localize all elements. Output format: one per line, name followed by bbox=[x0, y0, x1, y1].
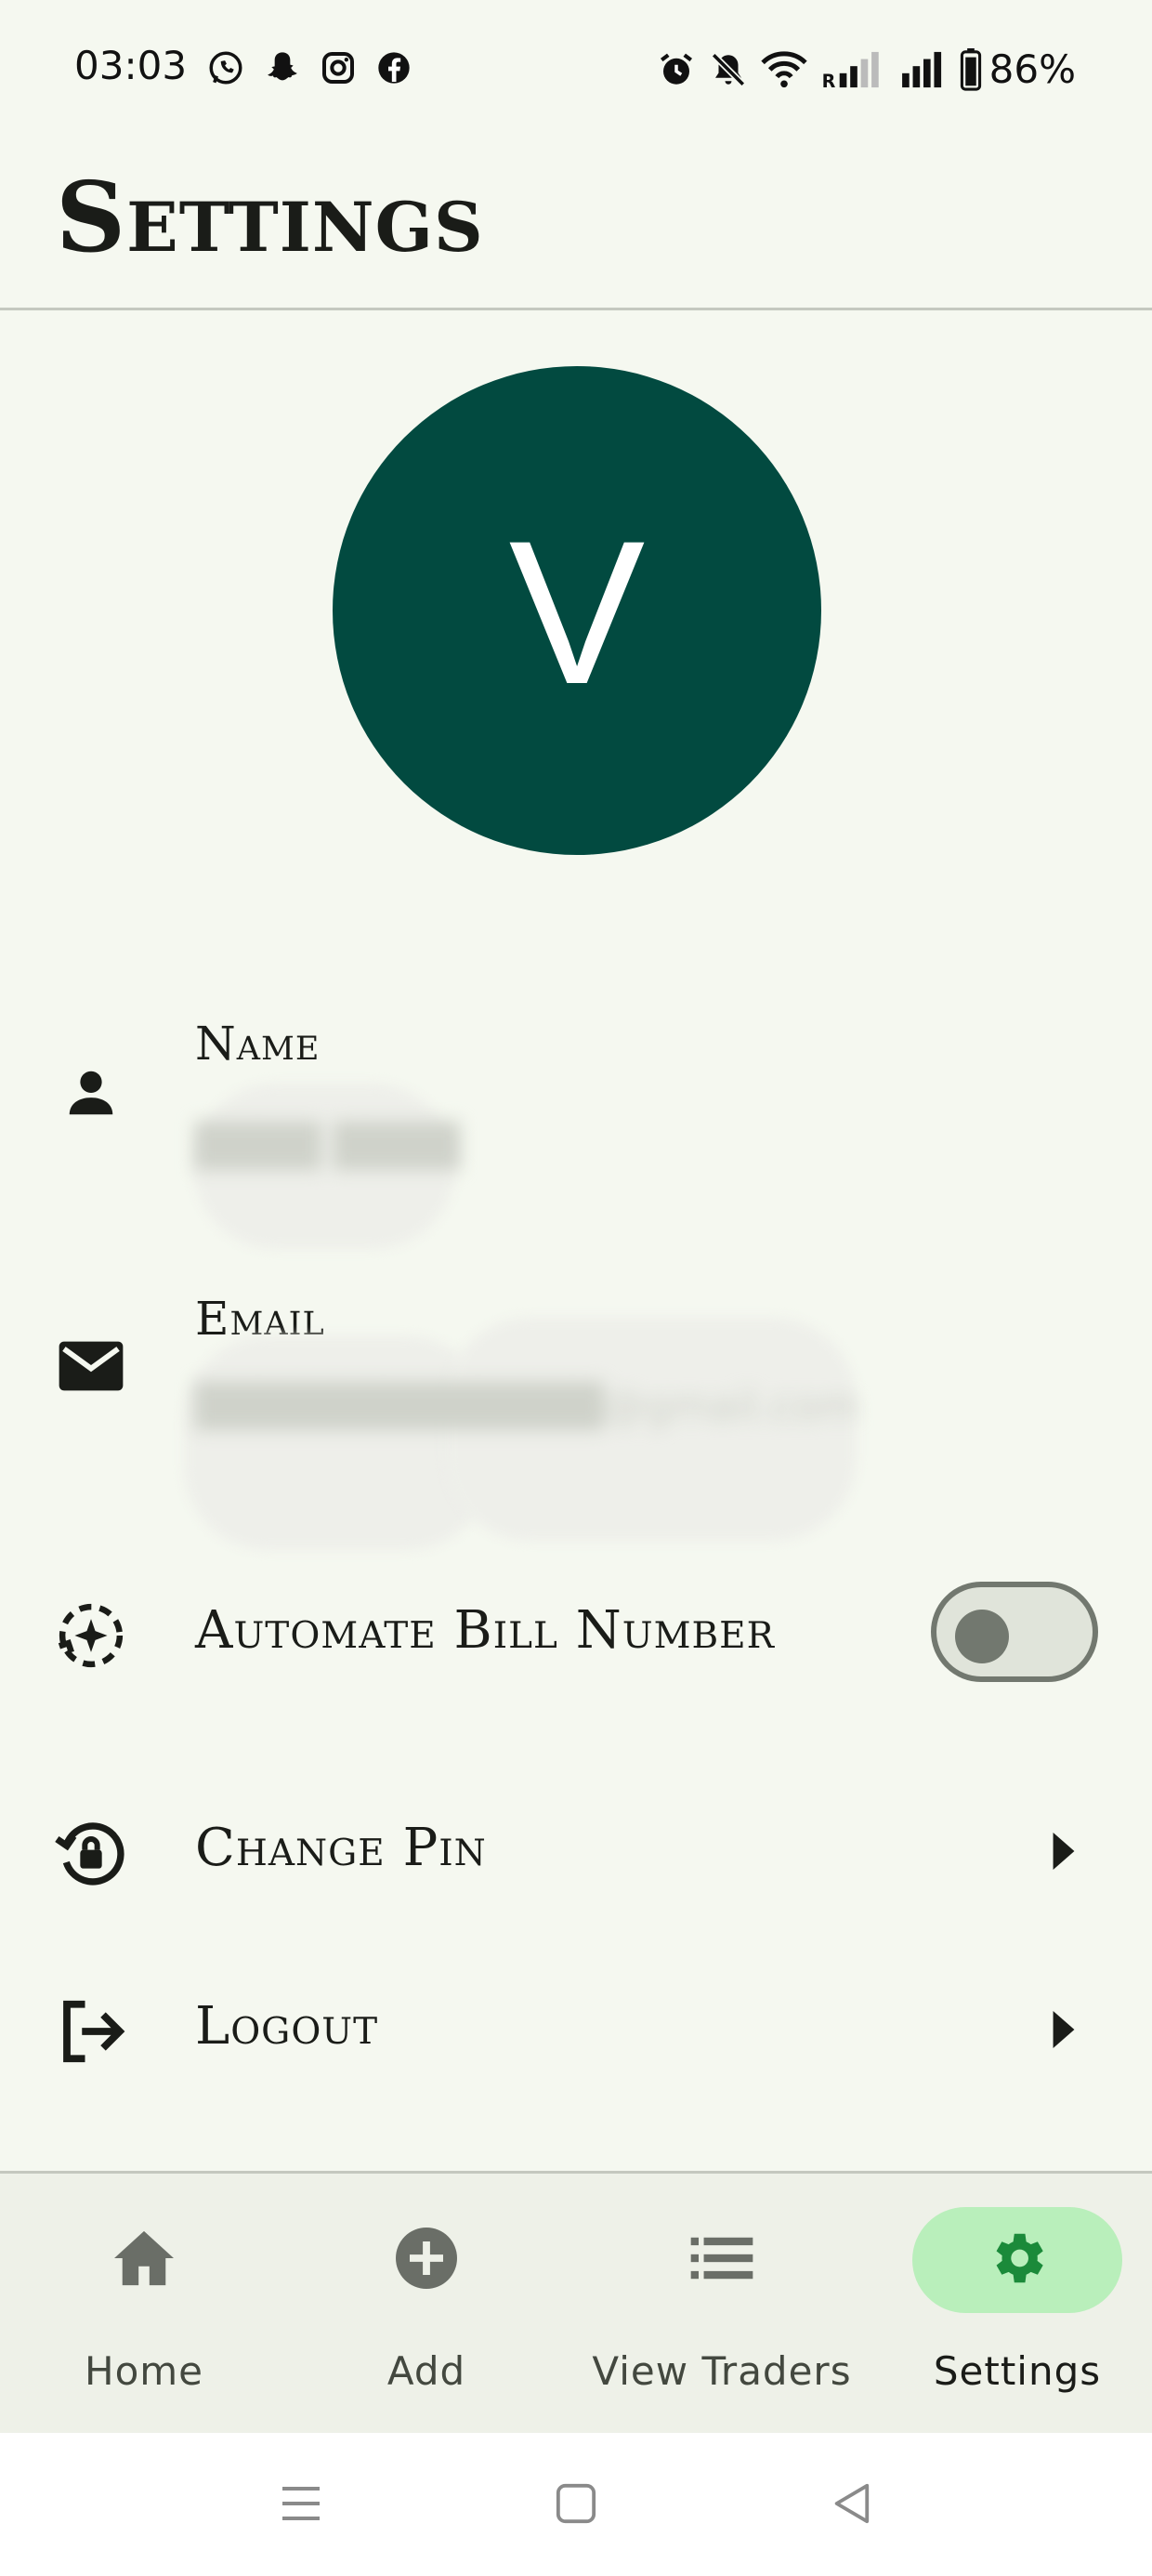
page-title: Settings bbox=[56, 160, 484, 274]
notification-icons bbox=[206, 48, 412, 87]
status-bar: 03:03 R 86% bbox=[0, 0, 1152, 139]
home-icon bbox=[111, 2228, 177, 2292]
gear-icon bbox=[985, 2226, 1050, 2294]
lock-reset-icon bbox=[52, 1814, 130, 1892]
home-square-icon[interactable] bbox=[548, 2476, 604, 2531]
nav-settings[interactable]: Settings bbox=[873, 2174, 1152, 2436]
automate-bill-toggle[interactable] bbox=[931, 1582, 1098, 1682]
system-navigation-bar bbox=[0, 2433, 1152, 2576]
whatsapp-icon bbox=[206, 48, 245, 87]
mute-icon bbox=[709, 50, 748, 89]
snapchat-icon bbox=[264, 48, 301, 87]
instagram-icon bbox=[320, 49, 357, 86]
avatar[interactable]: V bbox=[333, 366, 821, 855]
person-icon bbox=[52, 1054, 130, 1132]
nav-add-indicator bbox=[321, 2207, 531, 2313]
status-time: 03:03 bbox=[74, 43, 188, 88]
nav-home-label: Home bbox=[84, 2348, 204, 2394]
battery-icon bbox=[960, 47, 982, 91]
logout-icon bbox=[52, 1992, 130, 2070]
nav-view-traders[interactable]: View Traders bbox=[578, 2174, 866, 2436]
alarm-icon bbox=[657, 50, 696, 89]
chevron-right-icon[interactable] bbox=[1050, 2011, 1078, 2048]
email-value: █████████████@gmail.com bbox=[195, 1383, 859, 1430]
signal-roaming-icon: R bbox=[820, 50, 887, 89]
app-bar: Settings bbox=[0, 139, 1152, 310]
nav-home-indicator bbox=[39, 2207, 249, 2313]
nav-view-traders-indicator bbox=[617, 2207, 827, 2313]
logout-label[interactable]: Logout bbox=[195, 1996, 378, 2057]
toggle-knob bbox=[955, 1610, 1009, 1663]
facebook-icon bbox=[375, 49, 412, 86]
list-icon bbox=[690, 2235, 753, 2285]
email-redaction-left bbox=[184, 1336, 491, 1550]
nav-view-traders-label: View Traders bbox=[592, 2348, 852, 2394]
battery-percentage: 86% bbox=[988, 46, 1076, 92]
avatar-letter: V bbox=[508, 498, 646, 727]
add-circle-icon bbox=[393, 2225, 460, 2295]
nav-add-label: Add bbox=[386, 2348, 466, 2394]
bottom-navigation: Home Add View Traders Settings bbox=[0, 2171, 1152, 2433]
nav-settings-label: Settings bbox=[933, 2348, 1102, 2394]
settings-screen: 03:03 R 86% Settings V Name ████ ████ Em… bbox=[0, 0, 1152, 2576]
wifi-icon bbox=[760, 50, 807, 89]
signal-icon bbox=[900, 50, 947, 89]
change-pin-label[interactable]: Change Pin bbox=[195, 1818, 487, 1878]
automate-bill-label: Automate Bill Number bbox=[195, 1600, 775, 1661]
auto-refresh-icon bbox=[52, 1597, 130, 1675]
chevron-right-icon[interactable] bbox=[1050, 1833, 1078, 1870]
menu-icon[interactable] bbox=[273, 2476, 329, 2531]
email-icon bbox=[52, 1327, 130, 1405]
nav-settings-indicator bbox=[912, 2207, 1122, 2313]
name-label: Name bbox=[195, 1017, 321, 1071]
back-icon[interactable] bbox=[823, 2476, 879, 2531]
nav-add[interactable]: Add bbox=[282, 2174, 570, 2436]
svg-text:R: R bbox=[821, 71, 835, 89]
system-status-icons: R 86% bbox=[657, 46, 1076, 92]
nav-home[interactable]: Home bbox=[0, 2174, 288, 2436]
name-value: ████ ████ bbox=[195, 1123, 460, 1170]
